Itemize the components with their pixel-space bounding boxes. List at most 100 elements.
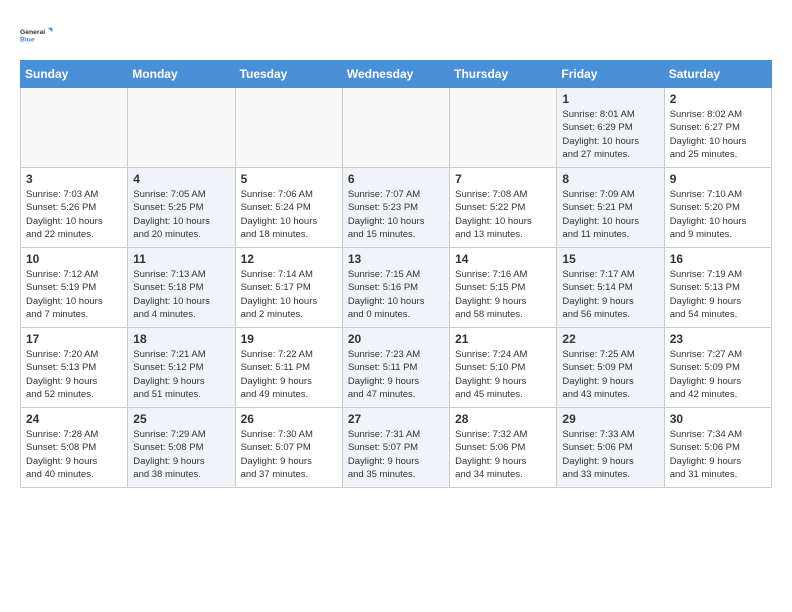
calendar-cell: 30 Sunrise: 7:34 AMSunset: 5:06 PMDayligh… (664, 408, 771, 488)
day-number: 26 (241, 412, 337, 426)
day-number: 18 (133, 332, 229, 346)
day-number: 19 (241, 332, 337, 346)
calendar-cell: 16 Sunrise: 7:19 AMSunset: 5:13 PMDayligh… (664, 248, 771, 328)
day-number: 27 (348, 412, 444, 426)
day-number: 10 (26, 252, 122, 266)
day-info: Sunrise: 8:02 AMSunset: 6:27 PMDaylight:… (670, 108, 766, 161)
calendar-cell: 7 Sunrise: 7:08 AMSunset: 5:22 PMDaylight… (450, 168, 557, 248)
day-number: 14 (455, 252, 551, 266)
day-info: Sunrise: 7:06 AMSunset: 5:24 PMDaylight:… (241, 188, 337, 241)
calendar-cell: 23 Sunrise: 7:27 AMSunset: 5:09 PMDayligh… (664, 328, 771, 408)
day-info: Sunrise: 7:21 AMSunset: 5:12 PMDaylight:… (133, 348, 229, 401)
day-number: 6 (348, 172, 444, 186)
day-info: Sunrise: 7:12 AMSunset: 5:19 PMDaylight:… (26, 268, 122, 321)
day-info: Sunrise: 7:16 AMSunset: 5:15 PMDaylight:… (455, 268, 551, 321)
calendar-cell (450, 88, 557, 168)
calendar-cell (342, 88, 449, 168)
page-header: GeneralBlue (20, 20, 772, 50)
day-number: 21 (455, 332, 551, 346)
day-number: 15 (562, 252, 658, 266)
calendar-header-saturday: Saturday (664, 61, 771, 88)
day-info: Sunrise: 7:14 AMSunset: 5:17 PMDaylight:… (241, 268, 337, 321)
day-number: 17 (26, 332, 122, 346)
day-info: Sunrise: 7:24 AMSunset: 5:10 PMDaylight:… (455, 348, 551, 401)
day-number: 1 (562, 92, 658, 106)
calendar-cell (235, 88, 342, 168)
day-info: Sunrise: 7:05 AMSunset: 5:25 PMDaylight:… (133, 188, 229, 241)
day-info: Sunrise: 7:19 AMSunset: 5:13 PMDaylight:… (670, 268, 766, 321)
day-number: 7 (455, 172, 551, 186)
day-info: Sunrise: 7:07 AMSunset: 5:23 PMDaylight:… (348, 188, 444, 241)
day-info: Sunrise: 7:08 AMSunset: 5:22 PMDaylight:… (455, 188, 551, 241)
calendar-week-row: 1 Sunrise: 8:01 AMSunset: 6:29 PMDaylight… (21, 88, 772, 168)
day-number: 3 (26, 172, 122, 186)
calendar-header-thursday: Thursday (450, 61, 557, 88)
calendar-cell: 22 Sunrise: 7:25 AMSunset: 5:09 PMDayligh… (557, 328, 664, 408)
calendar-cell: 29Sunrise: 7:33 AMSunset: 5:06 PMDayligh… (557, 408, 664, 488)
calendar-table: SundayMondayTuesdayWednesdayThursdayFrid… (20, 60, 772, 488)
calendar-header-monday: Monday (128, 61, 235, 88)
day-info: Sunrise: 7:30 AMSunset: 5:07 PMDaylight:… (241, 428, 337, 481)
calendar-cell: 3 Sunrise: 7:03 AMSunset: 5:26 PMDaylight… (21, 168, 128, 248)
calendar-cell: 11Sunrise: 7:13 AMSunset: 5:18 PMDayligh… (128, 248, 235, 328)
calendar-cell: 27 Sunrise: 7:31 AMSunset: 5:07 PMDayligh… (342, 408, 449, 488)
calendar-cell (128, 88, 235, 168)
calendar-cell: 4 Sunrise: 7:05 AMSunset: 5:25 PMDaylight… (128, 168, 235, 248)
calendar-cell: 1 Sunrise: 8:01 AMSunset: 6:29 PMDaylight… (557, 88, 664, 168)
day-number: 20 (348, 332, 444, 346)
calendar-header-wednesday: Wednesday (342, 61, 449, 88)
day-info: Sunrise: 7:29 AMSunset: 5:08 PMDaylight:… (133, 428, 229, 481)
day-info: Sunrise: 7:25 AMSunset: 5:09 PMDaylight:… (562, 348, 658, 401)
calendar-cell: 9 Sunrise: 7:10 AMSunset: 5:20 PMDaylight… (664, 168, 771, 248)
day-info: Sunrise: 7:10 AMSunset: 5:20 PMDaylight:… (670, 188, 766, 241)
calendar-cell: 19 Sunrise: 7:22 AMSunset: 5:11 PMDayligh… (235, 328, 342, 408)
calendar-cell: 14 Sunrise: 7:16 AMSunset: 5:15 PMDayligh… (450, 248, 557, 328)
calendar-cell (21, 88, 128, 168)
calendar-cell: 20Sunrise: 7:23 AMSunset: 5:11 PMDayligh… (342, 328, 449, 408)
calendar-header-tuesday: Tuesday (235, 61, 342, 88)
day-info: Sunrise: 8:01 AMSunset: 6:29 PMDaylight:… (562, 108, 658, 161)
calendar-cell: 13 Sunrise: 7:15 AMSunset: 5:16 PMDayligh… (342, 248, 449, 328)
calendar-cell: 25 Sunrise: 7:29 AMSunset: 5:08 PMDayligh… (128, 408, 235, 488)
day-info: Sunrise: 7:31 AMSunset: 5:07 PMDaylight:… (348, 428, 444, 481)
calendar-cell: 2 Sunrise: 8:02 AMSunset: 6:27 PMDaylight… (664, 88, 771, 168)
day-number: 11 (133, 252, 229, 266)
day-number: 2 (670, 92, 766, 106)
day-info: Sunrise: 7:17 AMSunset: 5:14 PMDaylight:… (562, 268, 658, 321)
day-info: Sunrise: 7:03 AMSunset: 5:26 PMDaylight:… (26, 188, 122, 241)
day-number: 25 (133, 412, 229, 426)
day-number: 9 (670, 172, 766, 186)
day-info: Sunrise: 7:09 AMSunset: 5:21 PMDaylight:… (562, 188, 658, 241)
day-number: 4 (133, 172, 229, 186)
calendar-week-row: 3 Sunrise: 7:03 AMSunset: 5:26 PMDaylight… (21, 168, 772, 248)
day-number: 13 (348, 252, 444, 266)
svg-text:Blue: Blue (20, 36, 35, 43)
svg-text:General: General (20, 29, 45, 36)
day-info: Sunrise: 7:27 AMSunset: 5:09 PMDaylight:… (670, 348, 766, 401)
calendar-header-row: SundayMondayTuesdayWednesdayThursdayFrid… (21, 61, 772, 88)
day-number: 30 (670, 412, 766, 426)
calendar-cell: 18 Sunrise: 7:21 AMSunset: 5:12 PMDayligh… (128, 328, 235, 408)
day-info: Sunrise: 7:28 AMSunset: 5:08 PMDaylight:… (26, 428, 122, 481)
logo-icon: GeneralBlue (20, 20, 56, 50)
logo: GeneralBlue (20, 20, 56, 50)
day-info: Sunrise: 7:15 AMSunset: 5:16 PMDaylight:… (348, 268, 444, 321)
day-info: Sunrise: 7:22 AMSunset: 5:11 PMDaylight:… (241, 348, 337, 401)
calendar-cell: 8 Sunrise: 7:09 AMSunset: 5:21 PMDaylight… (557, 168, 664, 248)
day-number: 16 (670, 252, 766, 266)
day-number: 23 (670, 332, 766, 346)
day-number: 22 (562, 332, 658, 346)
calendar-cell: 24 Sunrise: 7:28 AMSunset: 5:08 PMDayligh… (21, 408, 128, 488)
day-number: 8 (562, 172, 658, 186)
calendar-header-friday: Friday (557, 61, 664, 88)
day-info: Sunrise: 7:34 AMSunset: 5:06 PMDaylight:… (670, 428, 766, 481)
day-number: 24 (26, 412, 122, 426)
day-number: 5 (241, 172, 337, 186)
calendar-cell: 5 Sunrise: 7:06 AMSunset: 5:24 PMDaylight… (235, 168, 342, 248)
day-number: 28 (455, 412, 551, 426)
calendar-header-sunday: Sunday (21, 61, 128, 88)
calendar-cell: 21 Sunrise: 7:24 AMSunset: 5:10 PMDayligh… (450, 328, 557, 408)
calendar-cell: 6 Sunrise: 7:07 AMSunset: 5:23 PMDaylight… (342, 168, 449, 248)
calendar-cell: 12 Sunrise: 7:14 AMSunset: 5:17 PMDayligh… (235, 248, 342, 328)
day-number: 12 (241, 252, 337, 266)
